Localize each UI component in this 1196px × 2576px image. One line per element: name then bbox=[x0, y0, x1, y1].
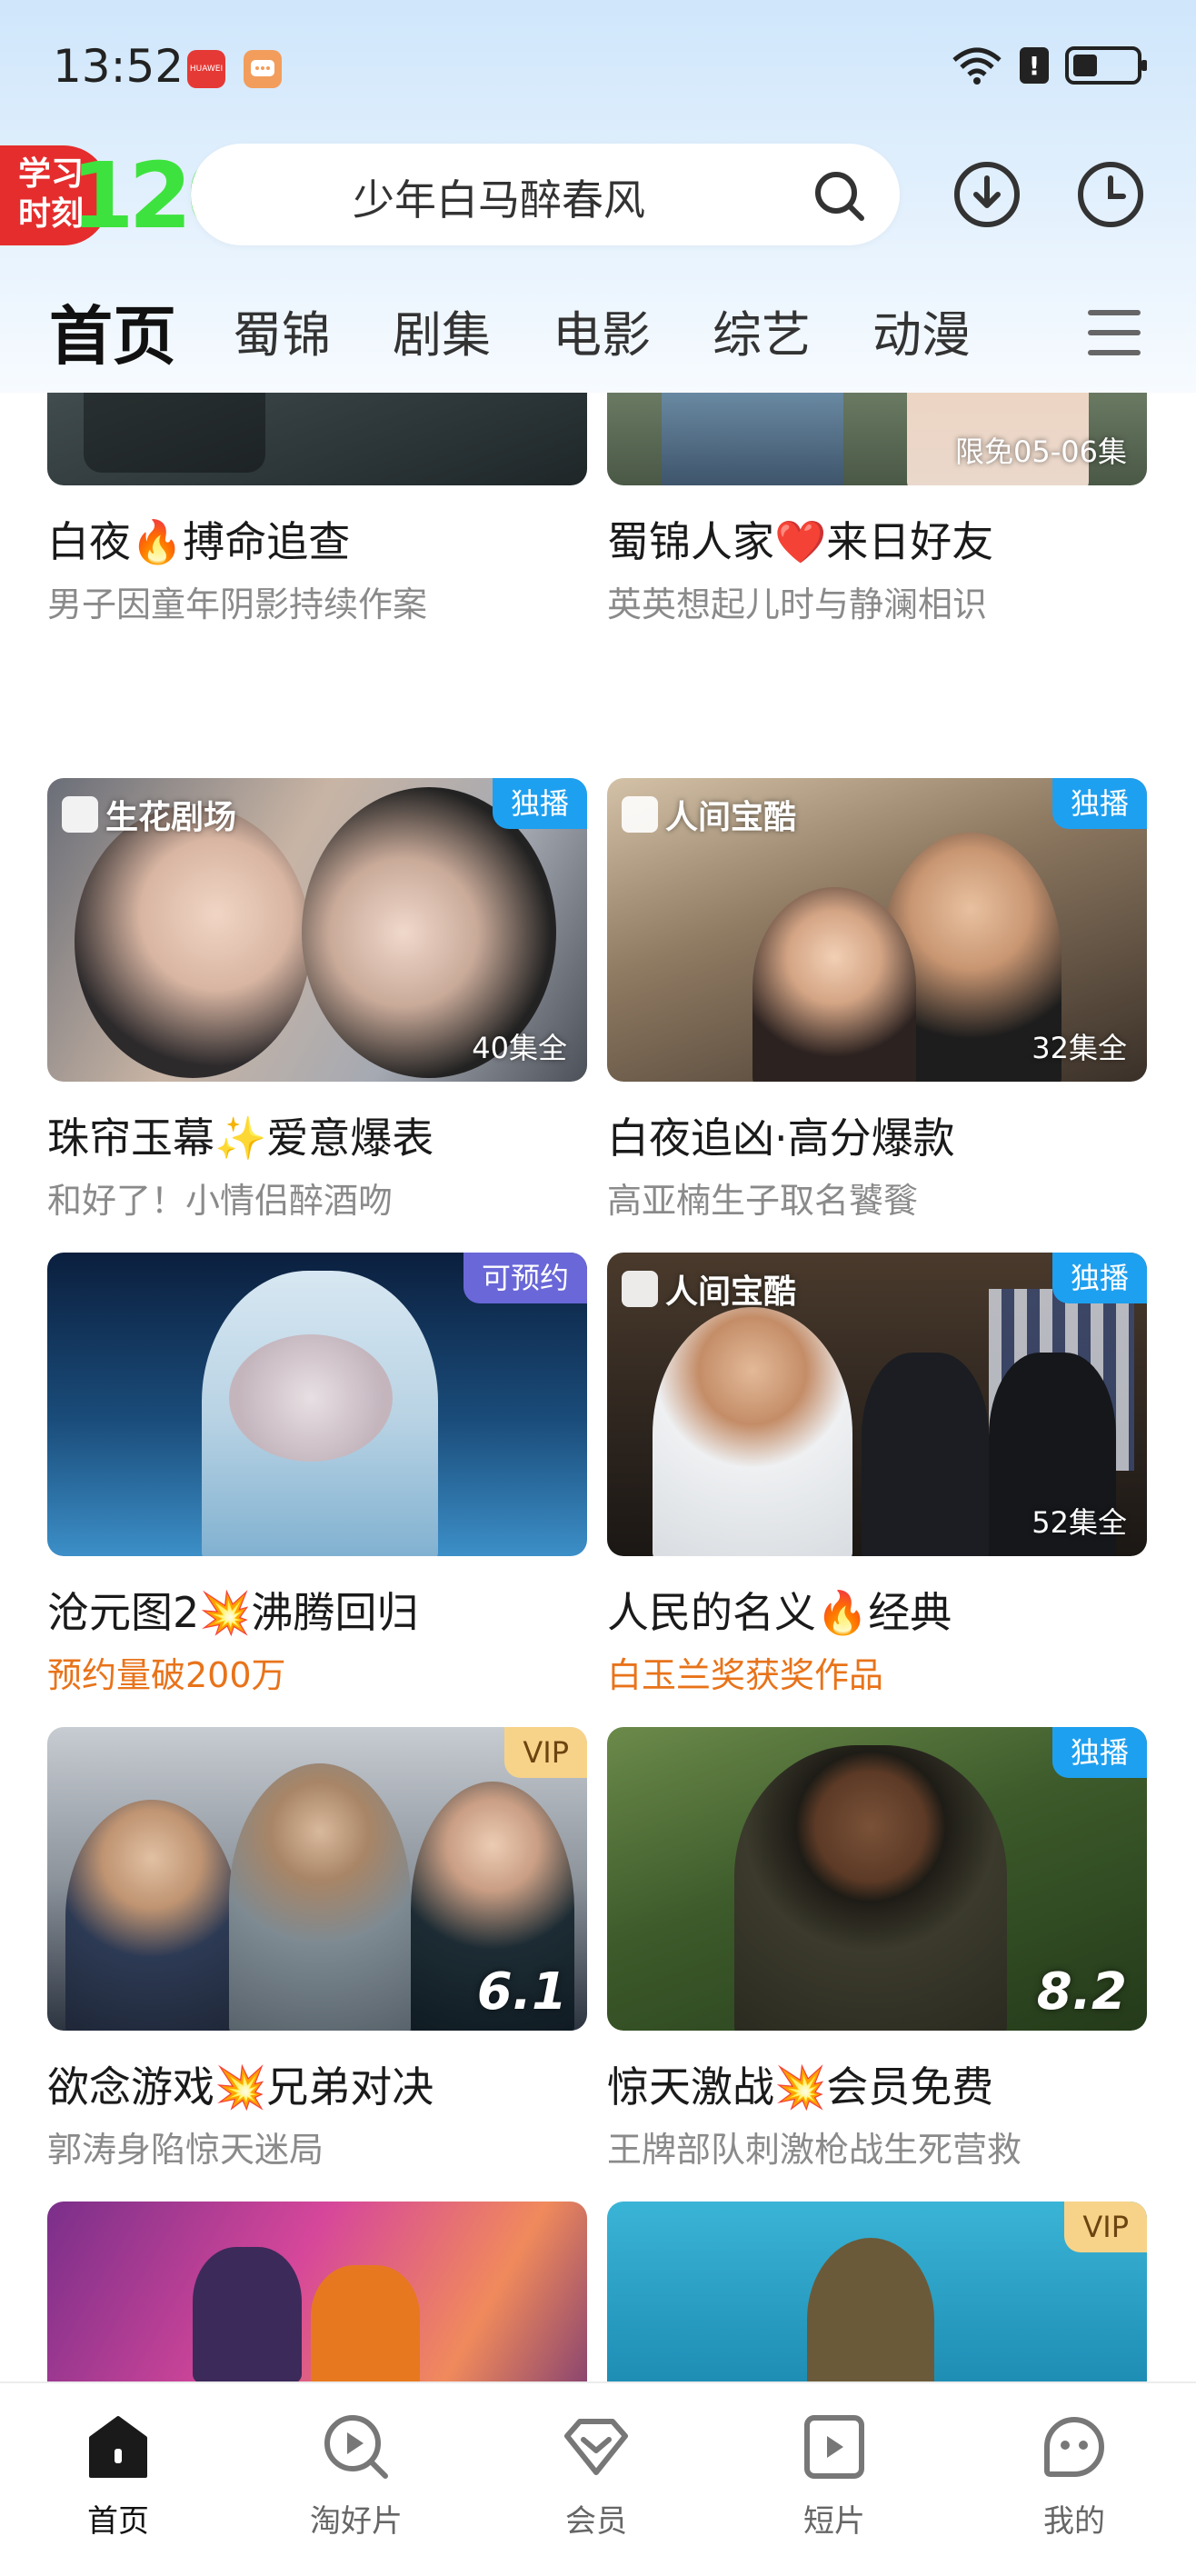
reserve-tag: 可预约 bbox=[463, 1253, 587, 1303]
video-subtitle: 男子因童年阴影持续作案 bbox=[47, 584, 428, 624]
category-tabs: 首页 蜀锦 剧集 电影 综艺 动漫 bbox=[0, 282, 1196, 374]
video-card[interactable]: 人间宝酷 独播 52集全 人民的名义🔥经典 白玉兰奖获奖作品 bbox=[607, 1253, 1147, 1697]
exclusive-tag: 独播 bbox=[1051, 1727, 1147, 1778]
huawei-app-label: HUAWEI bbox=[189, 65, 224, 74]
studio-logo-mark bbox=[622, 796, 658, 833]
profile-face-icon bbox=[1044, 2417, 1104, 2477]
short-video-icon bbox=[804, 2415, 864, 2479]
studio-name: 人间宝酷 bbox=[665, 1273, 797, 1311]
rating-score: 8.2 bbox=[1036, 1962, 1127, 2022]
nav-profile[interactable]: 我的 bbox=[992, 2411, 1156, 2541]
studio-logo: 人间宝酷 bbox=[622, 1265, 796, 1313]
alert-icon: ! bbox=[1020, 47, 1049, 84]
nav-home[interactable]: 首页 bbox=[36, 2411, 200, 2541]
discover-play-icon bbox=[324, 2415, 388, 2479]
video-title: 人民的名义🔥经典 bbox=[607, 1588, 952, 1637]
video-subtitle: 高亚楠生子取名饕餮 bbox=[607, 1181, 919, 1221]
video-thumbnail[interactable]: 人间宝酷 独播 32集全 bbox=[607, 778, 1147, 1082]
video-thumbnail[interactable] bbox=[47, 393, 587, 485]
nav-shorts-label: 短片 bbox=[803, 2503, 865, 2540]
battery-icon bbox=[1065, 46, 1147, 85]
nav-shorts[interactable]: 短片 bbox=[752, 2411, 916, 2541]
tab-movies[interactable]: 电影 bbox=[553, 295, 651, 366]
vip-tag: VIP bbox=[504, 1727, 587, 1778]
nav-home-label: 首页 bbox=[87, 2503, 149, 2540]
video-subtitle: 预约量破200万 bbox=[47, 1655, 286, 1695]
video-title: 白夜🔥搏命追查 bbox=[47, 517, 351, 566]
status-time: 13:52 bbox=[53, 40, 184, 93]
search-bar[interactable]: 少年白马醉春风 bbox=[191, 144, 900, 245]
exclusive-tag: 独播 bbox=[492, 778, 587, 829]
huawei-app-icon: HUAWEI bbox=[187, 50, 225, 88]
video-thumbnail[interactable]: 生花剧场 独播 40集全 bbox=[47, 778, 587, 1082]
tab-home[interactable]: 首页 bbox=[49, 285, 176, 377]
studio-logo-mark bbox=[62, 796, 98, 833]
chat-app-icon bbox=[244, 50, 282, 88]
video-title: 珠帘玉幕✨爱意爆表 bbox=[47, 1113, 434, 1163]
video-corner-label: 限免05-06集 bbox=[955, 434, 1127, 469]
episode-count: 40集全 bbox=[472, 1031, 567, 1065]
video-title: 蜀锦人家❤️来日好友 bbox=[607, 517, 994, 566]
nav-discover-label: 淘好片 bbox=[310, 2503, 403, 2540]
video-card[interactable]: 生花剧场 独播 40集全 珠帘玉幕✨爱意爆表 和好了！小情侣醉酒吻 bbox=[47, 778, 587, 1223]
nav-vip-label: 会员 bbox=[565, 2503, 627, 2540]
studio-name: 人间宝酷 bbox=[665, 799, 797, 836]
tab-shujin[interactable]: 蜀锦 bbox=[233, 295, 331, 366]
video-card[interactable]: VIP bbox=[607, 2202, 1147, 2381]
video-thumbnail[interactable]: 限免05-06集 bbox=[607, 393, 1147, 485]
video-subtitle: 郭涛身陷惊天迷局 bbox=[47, 2130, 324, 2170]
video-thumbnail[interactable] bbox=[47, 2202, 587, 2381]
video-card[interactable]: 白夜🔥搏命追查 男子因童年阴影持续作案 bbox=[47, 393, 587, 626]
header: 13:52 HUAWEI ! 学习时刻 120 少年白马醉春风 首页 蜀锦 剧集… bbox=[0, 0, 1196, 393]
tab-series[interactable]: 剧集 bbox=[393, 295, 491, 366]
tab-anime[interactable]: 动漫 bbox=[872, 295, 971, 366]
video-card[interactable] bbox=[47, 2202, 587, 2381]
status-bar: 13:52 HUAWEI ! bbox=[0, 0, 1196, 145]
studio-logo: 生花剧场 bbox=[62, 791, 236, 838]
vip-tag: VIP bbox=[1064, 2202, 1147, 2252]
episode-count: 32集全 bbox=[1032, 1031, 1127, 1065]
video-thumbnail[interactable]: 独播 8.2 bbox=[607, 1727, 1147, 2031]
video-title: 欲念游戏💥兄弟对决 bbox=[47, 2062, 434, 2112]
video-thumbnail[interactable]: VIP 6.1 bbox=[47, 1727, 587, 2031]
search-text: 少年白马醉春风 bbox=[353, 175, 645, 225]
exclusive-tag: 独播 bbox=[1051, 1253, 1147, 1303]
rating-score: 6.1 bbox=[476, 1962, 567, 2022]
exclusive-tag: 独播 bbox=[1051, 778, 1147, 829]
video-thumbnail[interactable]: VIP bbox=[607, 2202, 1147, 2381]
nav-discover[interactable]: 淘好片 bbox=[274, 2411, 438, 2541]
video-card[interactable]: 可预约 沧元图2💥沸腾回归 预约量破200万 bbox=[47, 1253, 587, 1697]
vip-diamond-icon bbox=[564, 2419, 628, 2475]
download-icon[interactable] bbox=[952, 160, 1022, 229]
video-card[interactable]: 独播 8.2 惊天激战💥会员免费 王牌部队刺激枪战生死营救 bbox=[607, 1727, 1147, 2172]
video-subtitle: 王牌部队刺激枪战生死营救 bbox=[607, 2130, 1022, 2170]
search-icon[interactable] bbox=[812, 169, 867, 224]
menu-icon[interactable] bbox=[1087, 307, 1141, 358]
video-title: 惊天激战💥会员免费 bbox=[607, 2062, 994, 2112]
studio-logo-mark bbox=[622, 1271, 658, 1307]
nav-vip[interactable]: 会员 bbox=[514, 2411, 678, 2541]
bottom-nav: 首页 淘好片 会员 短片 我的 bbox=[0, 2381, 1196, 2576]
video-subtitle: 英英想起儿时与静澜相识 bbox=[607, 584, 988, 624]
video-card[interactable]: 人间宝酷 独播 32集全 白夜追凶·高分爆款 高亚楠生子取名饕餮 bbox=[607, 778, 1147, 1223]
studio-logo: 人间宝酷 bbox=[622, 791, 796, 838]
video-thumbnail[interactable]: 人间宝酷 独播 52集全 bbox=[607, 1253, 1147, 1556]
history-clock-icon[interactable] bbox=[1076, 160, 1145, 229]
wifi-icon bbox=[952, 47, 1002, 85]
video-card[interactable]: 限免05-06集 蜀锦人家❤️来日好友 英英想起儿时与静澜相识 bbox=[607, 393, 1147, 626]
episode-count: 52集全 bbox=[1032, 1505, 1127, 1540]
studio-name: 生花剧场 bbox=[105, 799, 237, 836]
home-icon bbox=[89, 2416, 147, 2478]
video-title: 沧元图2💥沸腾回归 bbox=[47, 1588, 419, 1637]
video-subtitle: 白玉兰奖获奖作品 bbox=[607, 1655, 884, 1695]
tab-variety[interactable]: 综艺 bbox=[713, 295, 811, 366]
video-feed: 白夜🔥搏命追查 男子因童年阴影持续作案 限免05-06集 蜀锦人家❤️来日好友 … bbox=[0, 393, 1196, 2381]
video-thumbnail[interactable]: 可预约 bbox=[47, 1253, 587, 1556]
video-subtitle: 和好了！小情侣醉酒吻 bbox=[47, 1181, 394, 1221]
nav-profile-label: 我的 bbox=[1043, 2503, 1105, 2540]
video-title: 白夜追凶·高分爆款 bbox=[607, 1113, 955, 1163]
video-card[interactable]: VIP 6.1 欲念游戏💥兄弟对决 郭涛身陷惊天迷局 bbox=[47, 1727, 587, 2172]
status-icons: ! bbox=[951, 45, 1147, 85]
